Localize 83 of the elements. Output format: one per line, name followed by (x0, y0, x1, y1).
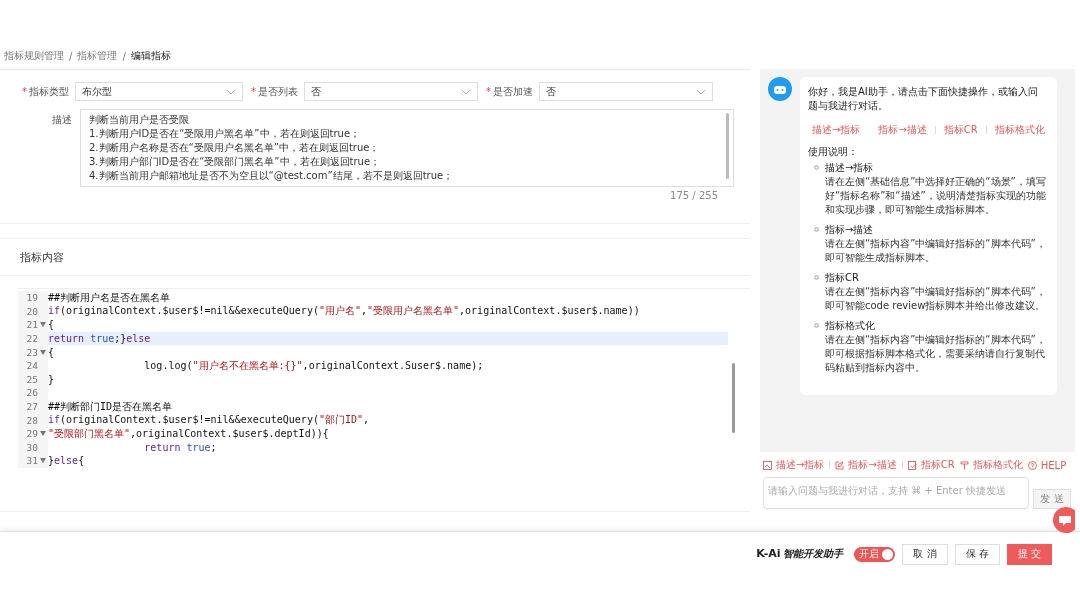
logo: K-Ai 智能开发助手 (756, 547, 844, 561)
select-field[interactable]: 否 (539, 82, 713, 101)
character-counter: 175 / 255 (670, 190, 718, 201)
breadcrumb-separator: / (122, 50, 126, 62)
line-number: 31 (26, 455, 38, 467)
code-line: return true; (143, 441, 217, 453)
toolbar-action[interactable]: 描述→指标 (763, 458, 825, 472)
robot-avatar-icon (768, 77, 792, 101)
line-number: 20 (26, 305, 38, 317)
field-label: * 指标类型 (22, 84, 69, 99)
footer-button[interactable]: 取 消 (902, 543, 948, 565)
image-icon (763, 460, 772, 470)
field-label: * 是否列表 (251, 84, 298, 99)
field-label: * 是否加速 (486, 84, 533, 99)
bullet-icon (814, 275, 819, 280)
code-line: } (48, 373, 55, 385)
code-line: log.log("用户名不在黑名单:{}",originalContext.Suser$.name); (143, 358, 484, 373)
caret-icon (226, 88, 236, 95)
footer-button[interactable]: 保 存 (954, 543, 1000, 565)
code-line: ##判断用户名是否在黑名单 (48, 290, 171, 305)
code-line: return true;}else (48, 333, 151, 345)
line-number: 29 (26, 428, 38, 440)
usage-heading: 指标CR (825, 271, 860, 285)
toolbar-action[interactable]: 指标CR (907, 458, 955, 472)
select-field[interactable]: 否 (304, 82, 478, 101)
line-number: 26 (26, 387, 38, 399)
breadcrumb-separator: / (69, 50, 73, 62)
code-line: if(originalContext.$user$!=nil&&executeQuery("用户名","受限用户名黑名单",originalContext.$user$.name)) (48, 304, 640, 319)
usage-text: 请在左侧“基础信息”中选择好正确的“场景”，填写好“指标名称”和“描述”，说明清楚指标实现的功能和实现步骤，即可智能生成指标脚本。 (825, 175, 1047, 217)
caret-icon (696, 88, 706, 95)
select-field[interactable]: 布尔型 (75, 82, 243, 101)
code-line: { (48, 319, 55, 331)
usage-heading: 指标格式化 (825, 319, 876, 333)
code-line: "受限部门黑名单",originalContext.$user$.deptId)){ (48, 426, 329, 441)
usage-text: 请在左侧“指标内容”中编辑好指标的“脚本代码”，即可智能code review指标脚本并给出修改建议。 (825, 285, 1047, 313)
code-line: { (48, 346, 55, 358)
bullet-icon (814, 323, 819, 328)
line-number: 27 (26, 401, 38, 413)
line-number: 22 (26, 333, 38, 345)
description-field[interactable]: 判断当前用户是否受限 1.判断用户ID是否在“受限用户黑名单”中，若在则返回true； 2.判断用户名称是否在“受限用户名黑名单”中，若在则返回true； 3.判断用户部门ID是否在“受限部门黑名单”中，若在则返回true； 4.判断当前用户邮箱地址是否不为空且以“@test.com”结尾，若不是则返回true； (80, 109, 734, 187)
help-icon (1027, 460, 1037, 470)
usage-text: 请在左侧“指标内容”中编辑好指标的“脚本代码”，即可智能生成指标脚本。 (825, 237, 1047, 265)
message-input[interactable]: 请输入问题与我进行对话，支持 ⌘ + Enter 快捷发送 (763, 477, 1029, 509)
fold-icon[interactable] (40, 322, 46, 328)
code-line: if(originalContext.$user$!=nil&&executeQuery("部门ID", (48, 413, 370, 428)
usage-heading: 指标→描述 (825, 223, 875, 237)
section-title: 指标内容 (0, 239, 750, 276)
quick-action-link[interactable]: 指标格式化 (994, 123, 1045, 137)
line-number: 19 (26, 292, 38, 304)
line-number: 24 (26, 360, 38, 372)
line-number: 23 (26, 346, 38, 358)
line-number: 30 (26, 441, 38, 453)
toggle-switch[interactable]: 开启 (854, 546, 896, 562)
fold-icon[interactable] (40, 349, 46, 355)
line-number: 28 (26, 414, 38, 426)
checklist-icon (907, 460, 917, 470)
usage-text: 请在左侧“指标内容”中编辑好指标的“脚本代码”，即可根据指标脚本格式化，需要采纳请自行复制代码粘贴到指标内容中。 (825, 333, 1047, 375)
bullet-icon (814, 227, 819, 232)
quick-action-link[interactable]: 描述→指标 (812, 123, 861, 137)
toolbar-action[interactable]: 指标格式化 (959, 458, 1023, 472)
line-number: 21 (26, 319, 38, 331)
breadcrumb-item: 编辑指标 (130, 49, 171, 63)
fold-icon[interactable] (40, 431, 46, 437)
code-line: }else{ (48, 455, 85, 467)
bullet-icon (814, 165, 819, 170)
brush-icon (959, 460, 969, 470)
greeting-text: 你好，我是AI助手，请点击下面快捷操作，或输入问题与我进行对话。 (808, 85, 1039, 113)
code-line: ##判断部门ID是否在黑名单 (48, 399, 173, 414)
breadcrumb-item[interactable]: 指标规则管理 (4, 49, 64, 63)
toolbar-action[interactable]: HELP (1027, 459, 1067, 471)
breadcrumb-item[interactable]: 指标管理 (77, 49, 118, 63)
submit-button[interactable]: 提 交 (1006, 543, 1052, 565)
quick-action-link[interactable]: 指标CR (943, 123, 978, 137)
caret-icon (461, 88, 471, 95)
chat-bubble-icon[interactable] (1053, 507, 1075, 533)
edit-icon (835, 460, 845, 470)
field-label: 描述 (52, 113, 72, 127)
usage-heading: 描述→指标 (825, 161, 875, 175)
toolbar-action[interactable]: 指标→描述 (835, 458, 897, 472)
fold-icon[interactable] (40, 458, 46, 464)
quick-action-link[interactable]: 指标→描述 (878, 123, 927, 137)
line-number: 25 (26, 373, 38, 385)
usage-title: 使用说明： (808, 145, 859, 159)
